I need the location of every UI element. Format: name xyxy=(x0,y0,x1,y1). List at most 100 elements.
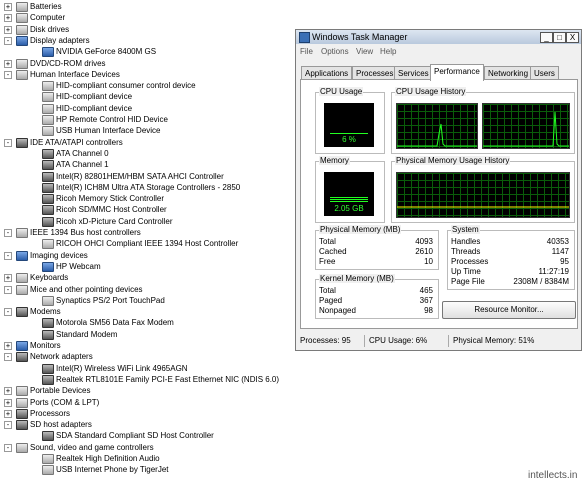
expand-toggle[interactable]: + xyxy=(4,409,12,418)
stat-row: Paged 367 xyxy=(319,296,433,306)
stat-row: Threads 1147 xyxy=(451,247,569,257)
device-tree-label: Ricoh Memory Stick Controller xyxy=(56,194,165,204)
cpu-history-line-2 xyxy=(483,111,569,147)
stat-row: Total 4093 xyxy=(319,237,433,247)
modem-icon xyxy=(42,318,54,329)
device-tree-label: NVIDIA GeForce 8400M GS xyxy=(56,47,157,57)
stat-row: Nonpaged 98 xyxy=(319,306,433,316)
stat-label: Threads xyxy=(451,247,481,256)
collapse-toggle[interactable]: - xyxy=(4,443,12,452)
device-tree-label: Modems xyxy=(30,307,61,317)
menu-help[interactable]: Help xyxy=(380,47,396,56)
tab-performance[interactable]: Performance xyxy=(430,64,484,81)
stat-value: 2308M / 8384M xyxy=(513,277,569,286)
modem-icon xyxy=(42,329,54,340)
stat-value: 367 xyxy=(419,296,433,305)
device-tree-label: Human Interface Devices xyxy=(30,69,120,79)
stat-label: Total xyxy=(319,237,336,246)
stat-label: Page File xyxy=(451,277,485,286)
window-title: Windows Task Manager xyxy=(312,32,408,42)
stat-value: 11:27:19 xyxy=(538,267,569,276)
stat-label: Free xyxy=(319,257,336,266)
menu-options[interactable]: Options xyxy=(321,47,349,56)
memory-group: Memory 2.05 GB xyxy=(315,156,385,223)
expand-toggle[interactable]: + xyxy=(4,342,12,350)
ide-controller-icon xyxy=(16,137,28,148)
speaker-icon xyxy=(42,454,54,464)
device-tree-label: Motorola SM56 Data Fax Modem xyxy=(56,318,174,328)
stat-row: Free 10 xyxy=(319,257,433,267)
resource-monitor-button[interactable]: Resource Monitor... xyxy=(442,301,576,319)
device-tree-label: ATA Channel 0 xyxy=(56,148,109,158)
device-tree-label: Disk drives xyxy=(30,24,70,34)
tab-applications[interactable]: Applications xyxy=(301,66,353,80)
device-tree-label: Network adapters xyxy=(30,352,93,362)
collapse-toggle[interactable]: - xyxy=(4,308,12,317)
hid-icon xyxy=(42,126,54,137)
stat-label: Paged xyxy=(319,296,343,305)
expand-toggle[interactable]: + xyxy=(4,14,12,23)
memory-value: 2.05 GB xyxy=(334,204,364,213)
collapse-toggle[interactable]: - xyxy=(4,421,12,430)
battery-icon xyxy=(16,2,28,12)
stat-value: 98 xyxy=(424,306,433,315)
sd-adapter-icon xyxy=(16,420,28,431)
device-tree-label: IEEE 1394 Bus host controllers xyxy=(30,228,141,237)
collapse-toggle[interactable]: - xyxy=(4,285,12,294)
device-tree-label: IDE ATA/ATAPI controllers xyxy=(30,137,123,147)
minimize-button[interactable]: _ xyxy=(540,32,553,43)
device-tree-label: Standard Modem xyxy=(56,329,118,339)
cpu-usage-value: 6 % xyxy=(342,135,356,144)
expand-toggle[interactable]: + xyxy=(4,387,12,396)
device-tree-label: Computer xyxy=(30,13,66,23)
speaker-icon xyxy=(16,442,28,453)
collapse-toggle[interactable]: - xyxy=(4,138,12,147)
device-tree-label: Ports (COM & LPT) xyxy=(30,397,100,407)
expand-toggle[interactable]: + xyxy=(4,25,12,34)
cpu-history-title: CPU Usage History xyxy=(395,87,467,96)
device-tree-label: HID-compliant consumer control device xyxy=(56,81,196,91)
collapse-toggle[interactable]: - xyxy=(4,70,12,79)
expand-toggle[interactable]: + xyxy=(4,3,12,11)
memory-history-line xyxy=(397,206,569,208)
menu-file[interactable]: File xyxy=(300,47,313,56)
performance-panel: CPU Usage 6 % CPU Usage History Memory 2… xyxy=(300,79,578,329)
stat-row: Handles 40353 xyxy=(451,237,569,247)
device-tree-label: Imaging devices xyxy=(30,250,88,260)
tab-processes[interactable]: Processes xyxy=(352,66,398,80)
device-tree-label: SD host adapters xyxy=(30,420,92,430)
device-tree-label: HID-compliant device xyxy=(56,92,133,102)
stat-value: 10 xyxy=(424,257,433,266)
ieee1394-icon xyxy=(42,239,54,250)
device-tree-label: Display adapters xyxy=(30,35,90,45)
ide-controller-icon xyxy=(42,194,54,205)
cpu-history-graph-core-2 xyxy=(482,103,570,149)
expand-toggle[interactable]: + xyxy=(4,274,12,283)
expand-toggle[interactable]: + xyxy=(4,398,12,407)
ide-controller-icon xyxy=(42,171,54,182)
stat-row: Processes 95 xyxy=(451,257,569,267)
mouse-icon xyxy=(16,284,28,295)
device-tree-label: Ricoh SD/MMC Host Controller xyxy=(56,205,167,215)
title-bar[interactable]: Windows Task Manager _ □ X xyxy=(296,30,581,44)
tab-networking[interactable]: Networking xyxy=(484,66,533,80)
task-manager-icon xyxy=(299,32,310,43)
collapse-toggle[interactable]: - xyxy=(4,251,12,260)
mouse-icon xyxy=(42,295,54,306)
maximize-button[interactable]: □ xyxy=(553,32,566,43)
ide-controller-icon xyxy=(42,205,54,216)
stat-row: Cached 2610 xyxy=(319,247,433,257)
close-button[interactable]: X xyxy=(566,32,579,43)
tab-users[interactable]: Users xyxy=(530,66,559,80)
collapse-toggle[interactable]: - xyxy=(4,353,12,362)
device-tree-label: HP Remote Control HID Device xyxy=(56,115,168,124)
collapse-toggle[interactable]: - xyxy=(4,229,12,237)
status-physical-memory: Physical Memory: 51% xyxy=(453,336,535,345)
stat-label: Cached xyxy=(319,247,347,256)
menu-view[interactable]: View xyxy=(356,47,373,56)
stat-value: 1147 xyxy=(551,247,569,256)
computer-icon xyxy=(16,13,28,24)
tab-services[interactable]: Services xyxy=(394,66,433,80)
collapse-toggle[interactable]: - xyxy=(4,36,12,45)
expand-toggle[interactable]: + xyxy=(4,59,12,68)
